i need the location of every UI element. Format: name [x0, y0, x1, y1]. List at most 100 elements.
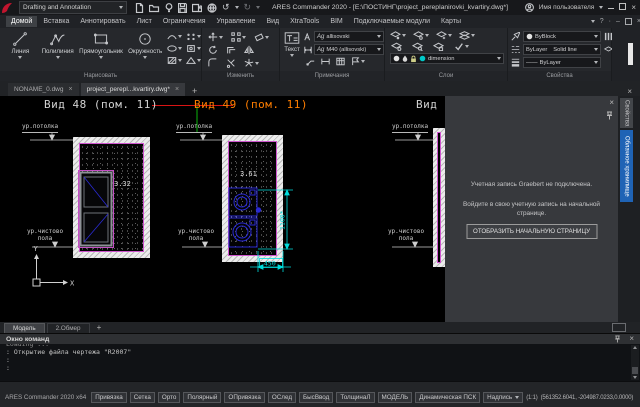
undock-icon[interactable] [614, 335, 621, 343]
ellipse-tool-button[interactable] [167, 44, 182, 53]
save-lock-icon[interactable] [192, 3, 202, 13]
panel-close-icon[interactable]: × [609, 99, 614, 107]
user-menu-chevron-icon[interactable] [599, 6, 603, 9]
tab-insert[interactable]: Вставка [38, 16, 74, 27]
toggle-dynamic-ucs[interactable]: Динамическая ПСК [415, 392, 480, 403]
bulb-icon[interactable] [165, 3, 173, 13]
layer-find-icon[interactable] [412, 42, 423, 51]
collapse-ribbon-icon[interactable] [591, 20, 595, 23]
restore-icon[interactable] [612, 323, 626, 332]
dimension-icon[interactable] [321, 57, 330, 66]
toggle-ortho[interactable]: Орто [158, 392, 181, 403]
height-text-49[interactable]: 3.61 [240, 170, 257, 178]
new-file-icon[interactable] [135, 3, 144, 13]
ribbon-scrollbar[interactable] [628, 43, 633, 65]
doc-minimize-icon[interactable]: – [616, 18, 620, 25]
rotate-tool-button[interactable] [208, 45, 218, 55]
panel-close-icon[interactable]: × [627, 87, 640, 96]
maximize-button[interactable] [619, 3, 626, 12]
tab-addins[interactable]: Подключаемые модули [349, 16, 435, 27]
workspace-selector[interactable]: Drafting and Annotation [19, 1, 127, 14]
minimize-button[interactable] [608, 4, 614, 12]
tab-xtratools[interactable]: XtraTools [285, 16, 324, 27]
polygon-tool-button[interactable] [186, 56, 201, 65]
tab-home[interactable]: Домой [6, 16, 37, 27]
command-window[interactable]: Окно команд × Loading ... : Открытие фай… [0, 333, 640, 381]
tab-bim[interactable]: BIM [325, 16, 347, 27]
close-icon[interactable]: × [629, 335, 634, 343]
toggle-polar[interactable]: Полярный [183, 392, 221, 403]
ceiling-label-1[interactable]: ур.потолка [22, 124, 58, 133]
arc-tool-button[interactable] [167, 32, 182, 41]
toggle-snap[interactable]: Привязка [91, 392, 127, 403]
tab-cloud-storage[interactable]: Облачное хранилище [620, 130, 633, 202]
lineweight-icon[interactable] [511, 58, 520, 67]
new-tab-button[interactable]: + [187, 86, 202, 96]
globe-icon[interactable] [207, 3, 217, 13]
drawing-canvas[interactable]: 1100* 450 Y X Вид 48 (пом. 11) Вид 49 (п… [0, 96, 445, 322]
text-style-icon[interactable] [304, 33, 312, 41]
toggle-lineweight[interactable]: ТолщинаЛ [336, 392, 374, 403]
tab-layout-obmer[interactable]: 2.Обмер [47, 323, 90, 333]
toggle-quickinput[interactable]: БысВвод [299, 392, 333, 403]
fillet-tool-button[interactable] [208, 58, 218, 68]
scroll-thumb[interactable] [632, 367, 638, 374]
tab-maps[interactable]: Карты [436, 16, 466, 27]
ceiling-label-2[interactable]: ур.потолка [176, 124, 212, 133]
tab-model[interactable]: Модель [4, 323, 45, 333]
rectangle-tool-button[interactable]: Прямоугольник [79, 28, 124, 59]
text-style-combo[interactable]: Ag allisovski [314, 31, 384, 42]
toggle-model[interactable]: МОДЕЛЬ [378, 392, 413, 403]
table-icon[interactable] [336, 57, 345, 66]
tab-view[interactable]: Вид [261, 16, 284, 27]
layer-combo[interactable]: dimension [390, 53, 504, 64]
redo-icon[interactable]: ↻ [244, 3, 252, 12]
layer-isolate-icon[interactable] [391, 42, 402, 51]
move-tool-button[interactable] [208, 32, 223, 42]
point-tool-button[interactable] [186, 32, 201, 41]
layer-freeze-button[interactable] [436, 31, 452, 40]
ceiling-label-3[interactable]: ур.потолка [392, 124, 428, 133]
close-icon[interactable]: × [175, 86, 179, 93]
toggle-etrack[interactable]: ОСлед [268, 392, 296, 403]
leader-icon[interactable] [306, 57, 315, 66]
floor-label-2[interactable]: ур.чистовопола [176, 229, 216, 242]
show-start-page-button[interactable]: ОТОБРАЗИТЬ НАЧАЛЬНУЮ СТРАНИЦУ [466, 224, 597, 239]
paint-icon[interactable] [511, 32, 520, 41]
tab-constraints[interactable]: Ограничения [158, 16, 211, 27]
close-icon[interactable]: × [69, 86, 73, 93]
dim-style-icon[interactable] [304, 46, 312, 54]
offset-tool-button[interactable] [226, 45, 236, 55]
layer-off-button[interactable] [413, 31, 429, 40]
dimension-entities[interactable]: 1100* 450 [250, 190, 293, 272]
undo-chevron-icon[interactable] [235, 6, 239, 9]
undo-icon[interactable]: ↺ [222, 3, 230, 12]
doc-restore-icon[interactable] [625, 18, 632, 25]
erase-tool-button[interactable] [254, 32, 269, 42]
height-text-48[interactable]: 3.32 [114, 180, 131, 188]
open-file-icon[interactable] [149, 3, 160, 13]
scroll-down-icon[interactable] [633, 376, 637, 379]
save-icon[interactable] [178, 3, 187, 13]
region-tool-button[interactable] [186, 44, 201, 53]
text-tool-button[interactable]: Текст [283, 28, 301, 57]
polyline-tool-button[interactable]: Полилиния [39, 28, 77, 59]
line-tool-button[interactable]: Линия [4, 28, 37, 59]
washer-entities[interactable] [229, 188, 261, 247]
command-scrollbar[interactable] [631, 345, 639, 380]
layer-apply-button[interactable] [454, 42, 469, 51]
lineweight-combo[interactable]: —— ByLayer [523, 57, 601, 68]
dim-style-combo[interactable]: Ag M40 (allisovski) [314, 44, 384, 55]
explode-tool-button[interactable] [244, 58, 259, 68]
pin-icon[interactable] [606, 111, 613, 120]
command-history[interactable]: Loading ... : Открытие файла чертежа "R2… [0, 344, 630, 381]
layer-copy-icon[interactable] [433, 42, 444, 51]
annotation-more-button[interactable] [351, 57, 365, 66]
view-right-title[interactable]: Вид [416, 98, 437, 111]
trim-tool-button[interactable] [226, 58, 236, 68]
hatch-tool-button[interactable] [167, 56, 182, 65]
tab-manage[interactable]: Управление [212, 16, 261, 27]
color-combo[interactable]: ByBlock [523, 31, 601, 42]
annotation-scale-dropdown[interactable]: Надпись [483, 392, 523, 403]
close-button[interactable]: × [631, 4, 636, 12]
